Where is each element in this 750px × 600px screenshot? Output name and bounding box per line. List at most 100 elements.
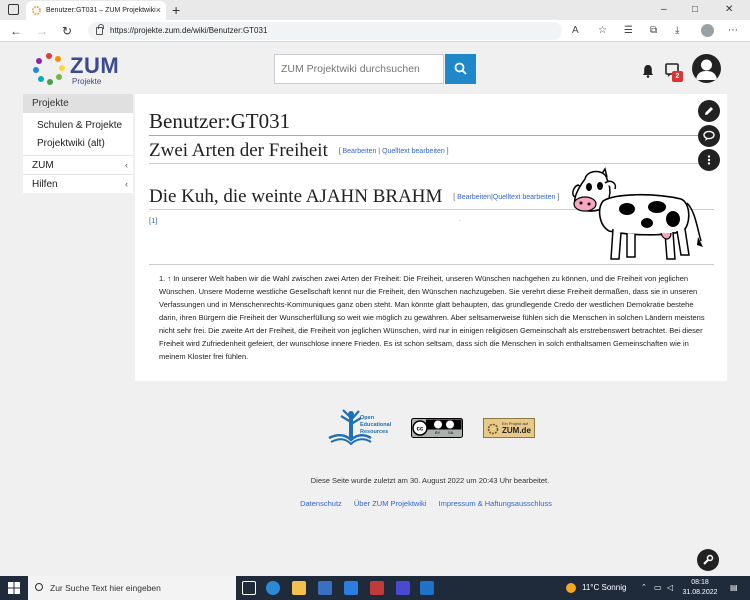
more-fab-button[interactable] bbox=[698, 149, 720, 171]
weather-sun-icon[interactable] bbox=[566, 576, 576, 600]
section-heading-text: Die Kuh, die weinte AJAHN BRAHM bbox=[149, 186, 443, 207]
edit-link[interactable]: Bearbeiten bbox=[457, 194, 491, 201]
oer-line: Resources bbox=[360, 429, 389, 435]
section-edit-links: [ Bearbeiten|Quelltext bearbeiten ] bbox=[453, 194, 560, 202]
dot-marker: . bbox=[459, 217, 461, 223]
reload-icon[interactable]: ↻ bbox=[62, 23, 72, 39]
teams-icon[interactable] bbox=[396, 581, 410, 595]
favorite-star-icon[interactable]: ☆ bbox=[598, 24, 607, 38]
clock-time: 08:18 bbox=[691, 579, 709, 586]
close-window-button[interactable]: ✕ bbox=[725, 0, 733, 20]
url-text: https://projekte.zum.de/wiki/Benutzer:GT… bbox=[110, 26, 268, 35]
section-edit-links: [ Bearbeiten | Quelltext bearbeiten ] bbox=[338, 148, 449, 156]
sidebar-section-hilfen[interactable]: Hilfen ‹ bbox=[23, 174, 133, 193]
new-tab-button[interactable]: + bbox=[172, 1, 180, 19]
file-explorer-icon[interactable] bbox=[292, 581, 306, 595]
volume-icon[interactable]: ◁ bbox=[667, 576, 673, 600]
zum-de-badge[interactable]: Ein Projekt auf ZUM.de bbox=[483, 418, 535, 438]
edit-link[interactable]: Bearbeiten bbox=[343, 148, 377, 155]
sidebar-section-label: Hilfen bbox=[32, 179, 58, 190]
cc-by-sa-badge[interactable]: cc BY SA bbox=[411, 418, 463, 438]
tab-actions-icon[interactable] bbox=[8, 4, 19, 15]
last-modified-text: Diese Seite wurde zuletzt am 30. August … bbox=[310, 476, 550, 485]
tray-chevron-icon[interactable]: ⌃ bbox=[641, 576, 647, 600]
search-button[interactable] bbox=[445, 54, 476, 84]
footer-link-ueber[interactable]: Über ZUM Projektwiki bbox=[354, 499, 427, 508]
svg-text:cc: cc bbox=[417, 427, 424, 433]
sidebar-link-projektwiki-alt[interactable]: Projektwiki (alt) bbox=[23, 135, 133, 153]
more-vertical-icon bbox=[707, 155, 711, 165]
profile-icon[interactable] bbox=[701, 24, 714, 37]
back-icon[interactable]: ← bbox=[10, 23, 22, 39]
office-icon[interactable] bbox=[370, 581, 384, 595]
user-avatar[interactable] bbox=[692, 54, 721, 83]
footer-link-datenschutz[interactable]: Datenschutz bbox=[300, 499, 342, 508]
search-icon bbox=[35, 583, 43, 591]
sidebar: Projekte Schulen & Projekte Projektwiki … bbox=[23, 94, 133, 193]
windows-start-icon[interactable] bbox=[8, 582, 20, 594]
zum-badge-logo-icon bbox=[487, 423, 499, 435]
sidebar-links: Schulen & Projekte Projektwiki (alt) bbox=[23, 113, 133, 155]
wiki-search-input[interactable] bbox=[274, 54, 444, 84]
taskbar-search-placeholder: Zur Suche Text hier eingeben bbox=[50, 583, 161, 593]
tab-close-icon[interactable]: × bbox=[156, 1, 161, 20]
search-icon bbox=[454, 62, 467, 75]
more-menu-icon[interactable]: ⋯ bbox=[728, 24, 738, 38]
section-heading-freiheit: Zwei Arten der Freiheit [ Bearbeiten | Q… bbox=[149, 140, 714, 164]
notification-center-icon[interactable]: ▤ bbox=[730, 576, 738, 600]
maximize-button[interactable]: □ bbox=[692, 0, 698, 20]
logo-text: ZUM bbox=[70, 53, 120, 78]
footnote-marker[interactable]: 1. ↑ bbox=[159, 274, 171, 283]
edit-source-link[interactable]: Quelltext bearbeiten bbox=[382, 148, 445, 155]
user-icon bbox=[696, 59, 717, 80]
taskbar-search[interactable]: Zur Suche Text hier eingeben bbox=[28, 576, 236, 600]
edit-source-link[interactable]: Quelltext bearbeiten bbox=[493, 194, 556, 201]
taskbar-clock[interactable]: 08:18 31.08.2022 bbox=[679, 578, 721, 598]
mail-icon[interactable] bbox=[344, 581, 358, 595]
zum-favicon-icon bbox=[32, 6, 41, 15]
sidebar-section-label: ZUM bbox=[32, 160, 54, 171]
reference-link[interactable]: [1] bbox=[149, 216, 157, 225]
wiki-page: ZUM Projekte 2 Projekte Schulen & Projek… bbox=[0, 42, 750, 576]
task-view-icon[interactable] bbox=[242, 581, 256, 595]
read-aloud-icon[interactable]: A bbox=[572, 24, 579, 38]
address-toolbar: ← → ↻ https://projekte.zum.de/wiki/Benut… bbox=[0, 20, 750, 42]
url-bar[interactable]: https://projekte.zum.de/wiki/Benutzer:GT… bbox=[88, 22, 562, 40]
oer-text: Open Educational Resources bbox=[360, 415, 391, 436]
cc-license-icon: cc bbox=[411, 418, 463, 438]
footnote-text: In unserer Welt haben wir die Wahl zwisc… bbox=[159, 274, 705, 361]
browser-tab[interactable]: Benutzer:GT031 – ZUM Projektwiki × bbox=[26, 1, 166, 20]
oer-line: Open bbox=[360, 415, 375, 421]
section-heading-text: Zwei Arten der Freiheit bbox=[149, 140, 328, 161]
store-icon[interactable] bbox=[318, 581, 332, 595]
zum-logo[interactable]: ZUM Projekte bbox=[32, 52, 142, 86]
zum-logo-ring-icon bbox=[33, 53, 65, 85]
favorites-icon[interactable]: ☰ bbox=[624, 24, 633, 38]
collections-icon[interactable]: ⧉ bbox=[650, 24, 657, 38]
sidebar-link-schulen[interactable]: Schulen & Projekte bbox=[23, 117, 133, 135]
network-icon[interactable]: ▭ bbox=[654, 576, 662, 600]
footer-link-impressum[interactable]: Impressum & Haftungsausschluss bbox=[439, 499, 552, 508]
minimize-button[interactable]: – bbox=[661, 0, 667, 20]
footer-links: Datenschutz Über ZUM Projektwiki Impress… bbox=[0, 499, 750, 508]
forward-icon[interactable]: → bbox=[36, 23, 48, 39]
oer-line: Educational bbox=[360, 422, 392, 428]
bell-icon[interactable] bbox=[642, 64, 654, 78]
windows-taskbar: Zur Suche Text hier eingeben 11°C Sonnig… bbox=[0, 576, 750, 600]
chevron-left-icon: ‹ bbox=[125, 179, 128, 189]
weather-text[interactable]: 11°C Sonnig bbox=[582, 576, 626, 600]
pencil-icon bbox=[705, 107, 713, 115]
lock-icon bbox=[96, 24, 104, 35]
discussion-fab-button[interactable] bbox=[698, 125, 720, 147]
downloads-icon[interactable]: ⤓ bbox=[675, 24, 679, 38]
tools-fab-button[interactable] bbox=[697, 549, 719, 571]
sidebar-section-zum[interactable]: ZUM ‹ bbox=[23, 155, 133, 174]
edit-fab-button[interactable] bbox=[698, 100, 720, 122]
zum-badge-name: ZUM.de bbox=[502, 426, 531, 435]
chevron-left-icon: ‹ bbox=[125, 160, 128, 170]
edge-browser-icon[interactable] bbox=[266, 581, 280, 595]
word-icon[interactable] bbox=[420, 581, 434, 595]
logo-subtitle: Projekte bbox=[72, 77, 102, 86]
browser-tab-bar: Benutzer:GT031 – ZUM Projektwiki × + – □… bbox=[0, 0, 750, 20]
oer-logo[interactable]: Open Educational Resources bbox=[327, 408, 393, 448]
